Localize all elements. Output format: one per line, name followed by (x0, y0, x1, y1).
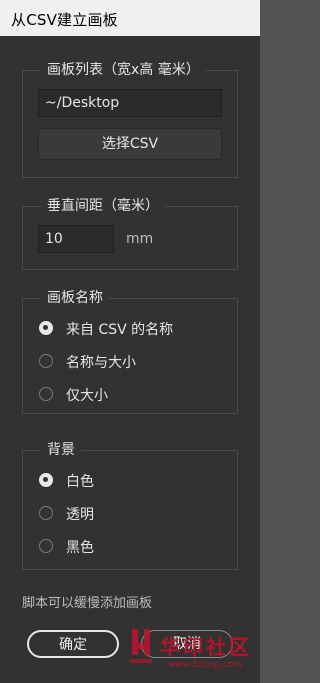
vertical-spacing-legend: 垂直间距（毫米） (41, 197, 165, 215)
window-title: 从CSV建立画板 (11, 11, 118, 29)
slow-warning-note: 脚本可以缓慢添加画板 (22, 596, 153, 611)
radio-button-checked[interactable] (39, 321, 53, 335)
radio-button[interactable] (39, 387, 53, 401)
radio-button[interactable] (39, 354, 53, 368)
option-label: 透明 (66, 507, 94, 523)
artboard-list-group: 画板列表（宽x高 毫米） ~/Desktop 选择CSV (22, 61, 238, 178)
option-label: 白色 (66, 474, 94, 490)
radio-button[interactable] (39, 506, 53, 520)
option-label: 来自 CSV 的名称 (66, 322, 174, 338)
vertical-spacing-group: 垂直间距（毫米） 10 mm (22, 197, 238, 270)
artboard-name-legend: 画板名称 (41, 289, 109, 307)
option-label: 名称与大小 (66, 355, 136, 371)
csv-artboard-dialog: 从CSV建立画板 画板列表（宽x高 毫米） ~/Desktop 选择CSV 垂直… (0, 0, 260, 683)
csv-path-field[interactable]: ~/Desktop (38, 89, 222, 117)
artboard-name-group: 画板名称 来自 CSV 的名称 名称与大小 仅大小 (22, 289, 238, 414)
title-bar[interactable]: 从CSV建立画板 (0, 0, 260, 36)
radio-button[interactable] (39, 539, 53, 553)
background-legend: 背景 (41, 441, 81, 459)
ok-button[interactable]: 确定 (27, 630, 119, 658)
watermark-brand: 华印社区 (160, 635, 252, 659)
option-label: 黑色 (66, 540, 94, 556)
select-csv-button[interactable]: 选择CSV (38, 128, 222, 160)
watermark-url: www.52cnp.com (168, 660, 243, 670)
site-watermark: 华印社区 www.52cnp.com (128, 627, 258, 681)
artboard-list-legend: 画板列表（宽x高 毫米） (41, 61, 206, 79)
background-group: 背景 白色 透明 黑色 (22, 441, 238, 570)
spacing-unit-label: mm (126, 231, 154, 247)
watermark-logo-icon (130, 629, 152, 663)
radio-button-checked[interactable] (39, 473, 53, 487)
option-label: 仅大小 (66, 388, 108, 404)
spacing-input[interactable]: 10 (38, 225, 114, 253)
